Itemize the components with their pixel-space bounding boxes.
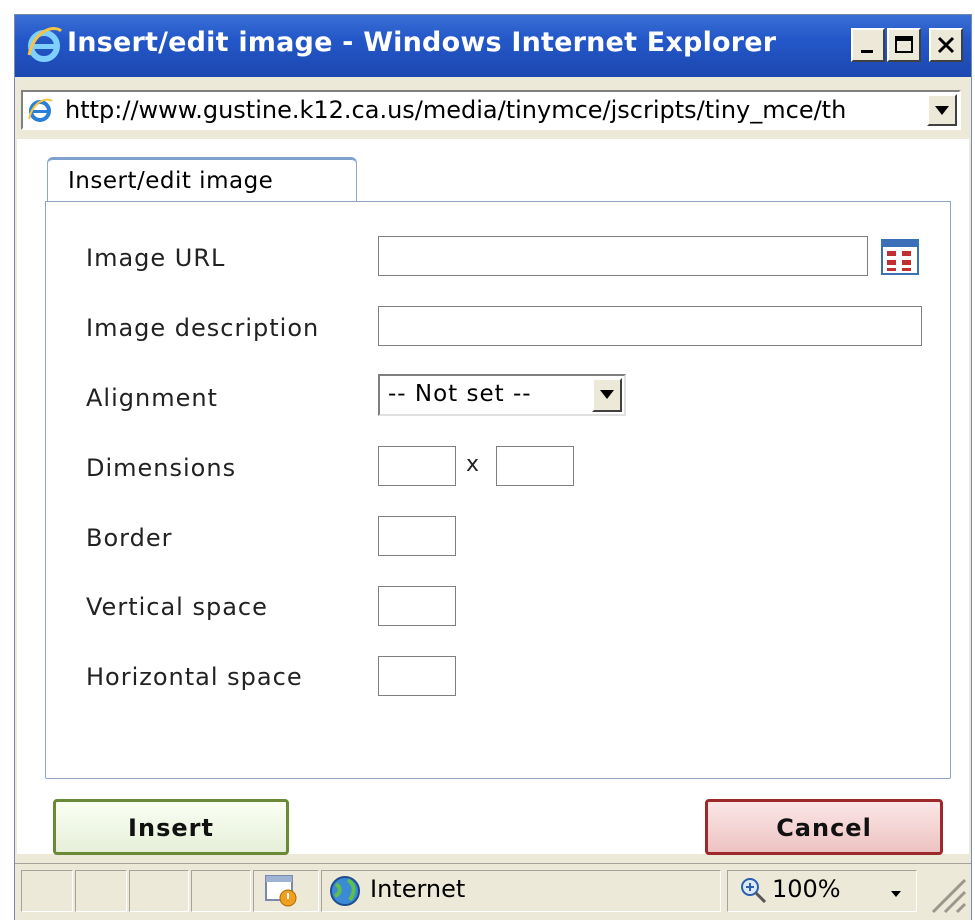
status-pane — [253, 870, 319, 912]
alignment-select[interactable]: -- Not set -- — [378, 374, 626, 416]
vertical-space-input[interactable] — [378, 586, 456, 626]
protected-mode-icon[interactable] — [264, 873, 304, 909]
alignment-label: Alignment — [86, 384, 218, 412]
minimize-icon — [861, 50, 873, 53]
chevron-down-icon — [600, 390, 614, 399]
window-title: Insert/edit image - Windows Internet Exp… — [67, 27, 777, 58]
chevron-down-icon[interactable] — [888, 885, 906, 903]
ie-page-icon — [28, 98, 53, 122]
status-bar: Internet 100% — [15, 863, 971, 920]
insert-button[interactable]: Insert — [53, 799, 289, 855]
title-bar[interactable]: Insert/edit image - Windows Internet Exp… — [15, 15, 971, 77]
zone-pane: Internet — [321, 870, 721, 912]
status-pane — [191, 870, 251, 912]
chevron-down-icon — [935, 106, 949, 115]
browse-icon[interactable] — [880, 236, 920, 276]
address-field[interactable]: http://www.gustine.k12.ca.us/media/tinym… — [21, 90, 961, 130]
resize-grip-icon[interactable] — [925, 872, 969, 916]
zoom-icon — [741, 878, 767, 904]
horizontal-space-input[interactable] — [378, 656, 456, 696]
cancel-button[interactable]: Cancel — [705, 799, 943, 855]
status-pane — [129, 870, 189, 912]
tab-label: Insert/edit image — [68, 168, 274, 194]
border-label: Border — [86, 524, 173, 552]
border-input[interactable] — [378, 516, 456, 556]
maximize-icon — [895, 36, 913, 53]
image-description-label: Image description — [86, 314, 320, 342]
horizontal-space-label: Horizontal space — [86, 663, 303, 691]
vertical-space-label: Vertical space — [86, 593, 268, 621]
close-button[interactable] — [929, 28, 963, 62]
browser-window: Insert/edit image - Windows Internet Exp… — [14, 14, 972, 920]
address-dropdown-button[interactable] — [927, 94, 957, 126]
status-pane — [75, 870, 127, 912]
form-panel: Image URL Image description Alignment --… — [45, 201, 951, 779]
address-bar: http://www.gustine.k12.ca.us/media/tinym… — [15, 77, 971, 139]
image-url-label: Image URL — [86, 244, 226, 272]
globe-icon — [330, 876, 360, 906]
maximize-button[interactable] — [887, 28, 921, 62]
dialog-content: Insert/edit image Image URL Image descri… — [17, 139, 969, 854]
dimensions-label: Dimensions — [86, 454, 237, 482]
height-input[interactable] — [496, 446, 574, 486]
image-description-input[interactable] — [378, 306, 922, 346]
zoom-level: 100% — [772, 875, 841, 903]
width-input[interactable] — [378, 446, 456, 486]
minimize-button[interactable] — [851, 28, 885, 62]
tab-insert-edit-image[interactable]: Insert/edit image — [47, 157, 357, 203]
dimensions-separator: x — [466, 452, 480, 477]
alignment-value: -- Not set -- — [388, 381, 532, 407]
zoom-pane[interactable]: 100% — [727, 870, 917, 912]
zone-text: Internet — [370, 875, 466, 903]
status-pane — [21, 870, 73, 912]
image-url-input[interactable] — [378, 236, 868, 276]
alignment-dropdown-button[interactable] — [592, 378, 622, 412]
internet-explorer-icon — [27, 27, 63, 62]
close-icon — [937, 36, 955, 54]
address-url: http://www.gustine.k12.ca.us/media/tinym… — [65, 96, 847, 124]
